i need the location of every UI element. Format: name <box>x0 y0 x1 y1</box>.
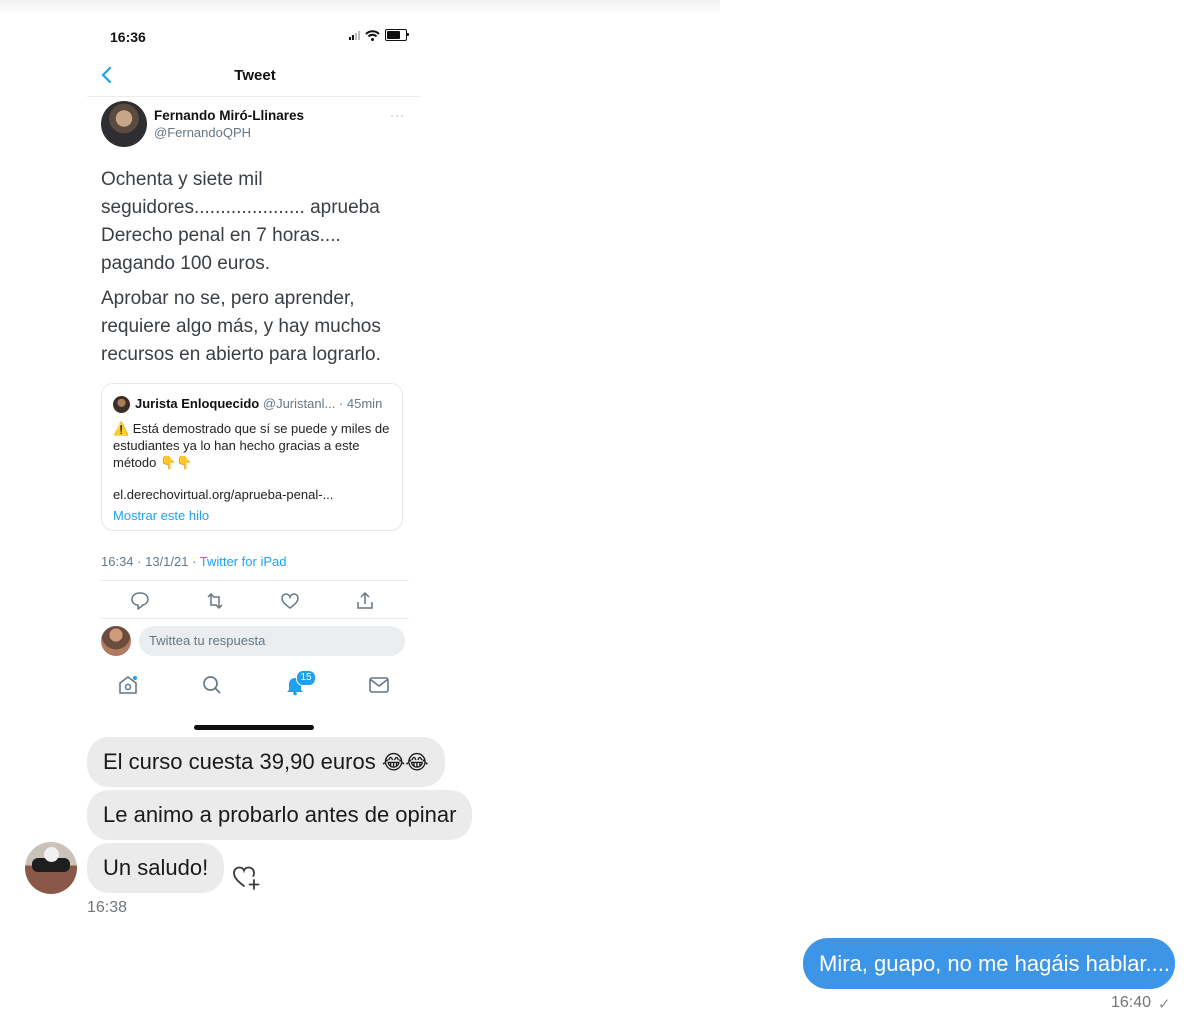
divider <box>101 618 409 619</box>
outgoing-message[interactable]: Mira, guapo, no me hagáis hablar.... <box>803 938 1175 989</box>
reply-icon[interactable] <box>129 590 151 612</box>
author-name[interactable]: Fernando Miró-Llinares <box>154 108 304 123</box>
messages-icon[interactable] <box>367 673 391 697</box>
laughing-emoji-icon: 😂😂 <box>381 750 429 774</box>
outgoing-timestamp: 16:40 <box>1111 994 1152 1011</box>
battery-icon <box>385 29 409 41</box>
message-text: Mira, guapo, no me hagáis hablar.... <box>819 951 1170 976</box>
home-indicator <box>194 725 314 730</box>
like-icon[interactable] <box>279 590 301 612</box>
quoted-tweet-card[interactable]: Jurista Enloquecido @Juristanl... · 45mi… <box>101 383 403 531</box>
status-bar-time: 16:36 <box>110 29 146 45</box>
tweet-screenshot-image[interactable]: 16:36 Tweet Fernando Miró-Llinares @Fern… <box>87 16 423 736</box>
reply-input[interactable]: Twittea tu respuesta <box>139 626 405 656</box>
message-text: El curso cuesta 39,90 euros <box>103 749 382 774</box>
nav-title: Tweet <box>234 67 276 84</box>
tweet-text: Ochenta y siete mil seguidores..........… <box>101 166 401 369</box>
retweet-icon[interactable] <box>204 590 226 612</box>
tweet-actions <box>101 590 421 612</box>
tweet-date: 16:34 · 13/1/21 · <box>101 554 200 569</box>
show-thread-link[interactable]: Mostrar este hilo <box>113 508 209 523</box>
quoted-tweet-header: Jurista Enloquecido @Juristanl... · 45mi… <box>135 396 382 411</box>
quoted-author-handle: @Juristanl... <box>262 396 336 411</box>
add-reaction-heart-icon[interactable] <box>230 861 262 893</box>
quoted-author-name: Jurista Enloquecido <box>135 396 260 411</box>
notification-badge: 15 <box>296 670 316 686</box>
message-text: Un saludo! <box>103 855 209 880</box>
tweet-source-link[interactable]: Twitter for iPad <box>200 554 287 569</box>
tweet-paragraph: Ochenta y siete mil seguidores..........… <box>101 169 380 274</box>
message-text: Le animo a probarlo antes de opinar <box>103 802 457 827</box>
tweet-timestamp: 16:34 · 13/1/21 · Twitter for iPad <box>101 554 286 569</box>
author-avatar[interactable] <box>101 101 147 147</box>
top-edge-shadow <box>0 0 720 14</box>
user-avatar <box>101 626 131 656</box>
tweet-paragraph: Aprobar no se, pero aprender, requiere a… <box>101 288 381 365</box>
quoted-tweet-text: ⚠️ Está demostrado que sí se puede y mil… <box>113 421 390 470</box>
incoming-message[interactable]: Le animo a probarlo antes de opinar <box>87 790 473 840</box>
incoming-message[interactable]: El curso cuesta 39,90 euros 😂😂 <box>87 737 445 787</box>
share-icon[interactable] <box>354 590 376 612</box>
wifi-icon <box>365 29 380 41</box>
status-bar-icons <box>349 29 409 41</box>
incoming-message[interactable]: Un saludo! <box>87 843 225 893</box>
author-handle[interactable]: @FernandoQPH <box>154 125 251 140</box>
divider <box>101 580 409 581</box>
more-options-icon[interactable]: ··· <box>390 108 405 122</box>
divider <box>87 96 420 97</box>
quoted-tweet-time: · 45min <box>338 396 383 411</box>
sent-check-icon: ✓ <box>1158 996 1171 1013</box>
search-icon[interactable] <box>200 673 224 697</box>
incoming-timestamp: 16:38 <box>87 899 128 916</box>
sender-avatar[interactable] <box>25 842 77 894</box>
home-icon[interactable] <box>116 673 140 697</box>
cellular-signal-icon <box>349 30 360 40</box>
quoted-author-avatar <box>113 396 130 413</box>
quoted-tweet-link[interactable]: el.derechovirtual.org/aprueba-penal-... <box>113 487 333 502</box>
